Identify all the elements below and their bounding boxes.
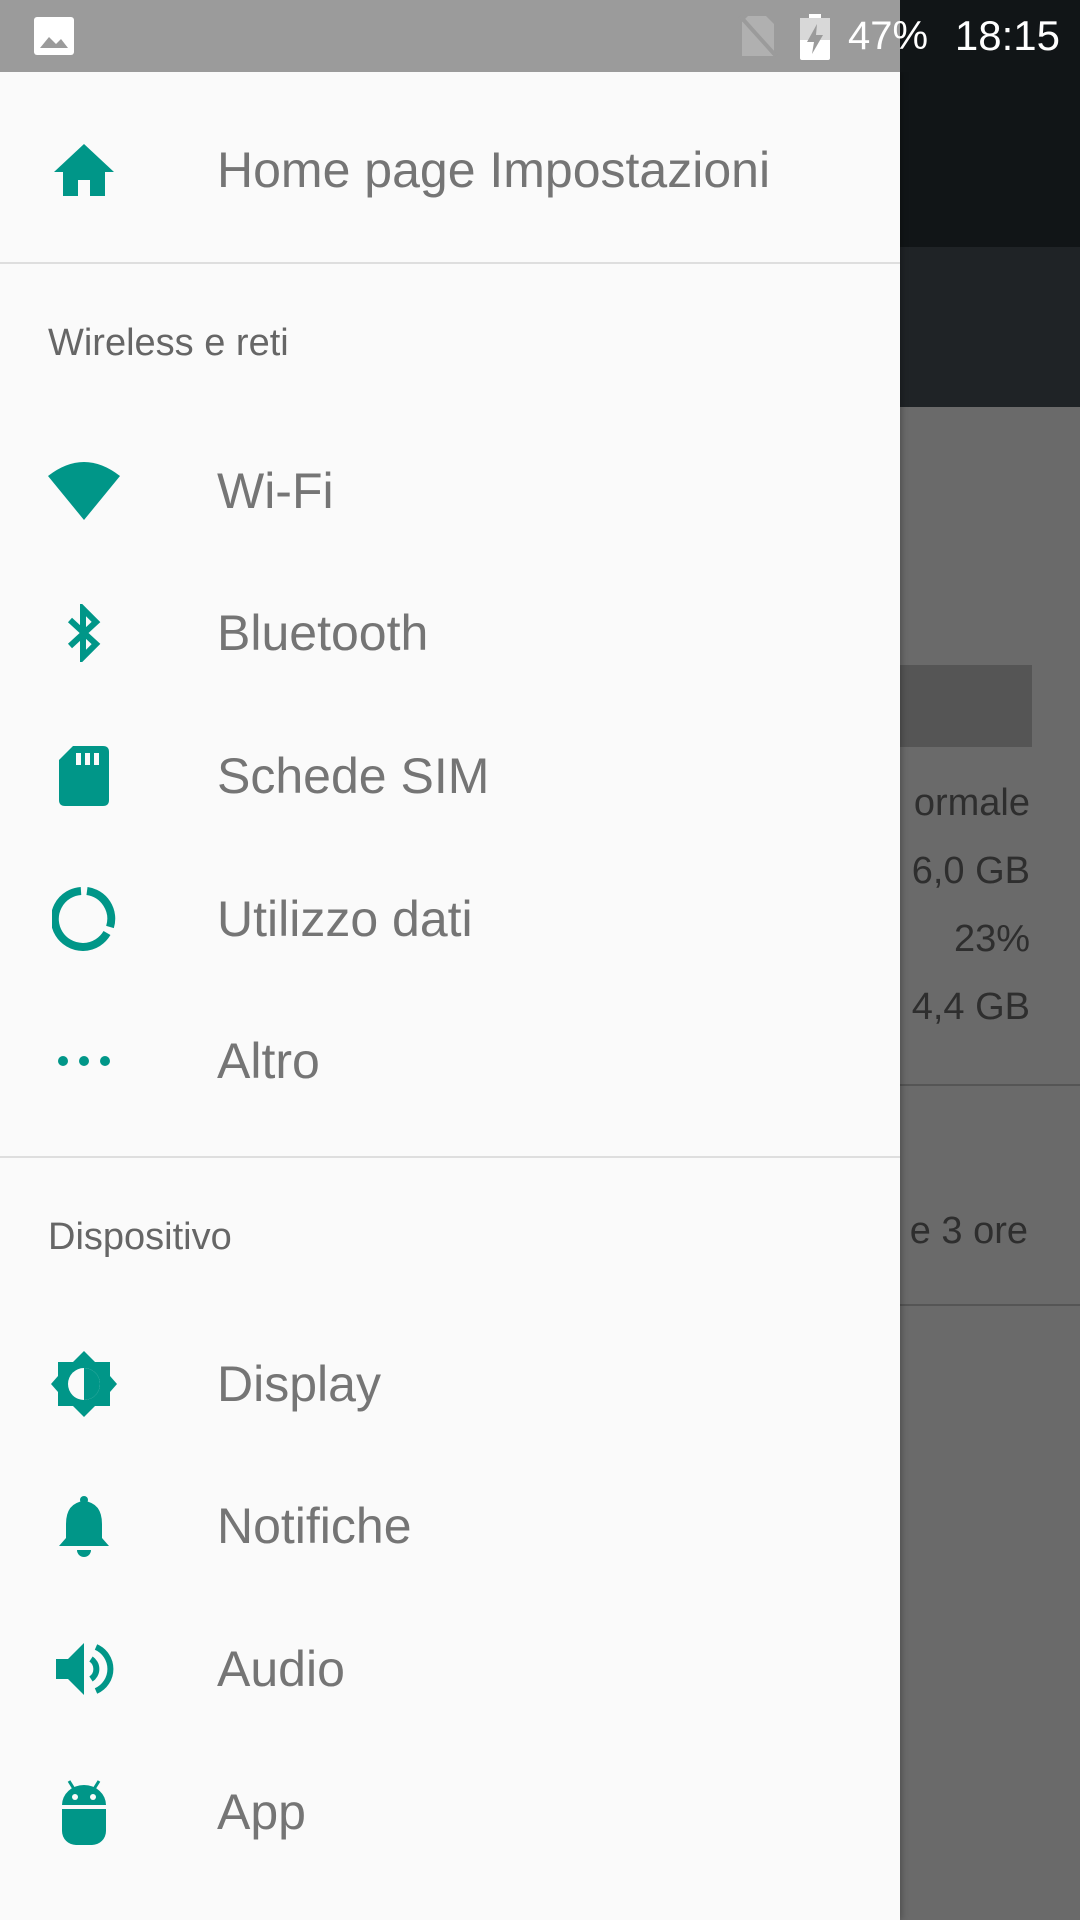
background-storage-bar xyxy=(880,665,1032,747)
section-header-device: Dispositivo xyxy=(48,1216,232,1258)
drawer-item-label: App xyxy=(217,1784,306,1840)
volume-icon xyxy=(46,1631,122,1707)
section-header-wireless: Wireless e reti xyxy=(48,322,289,364)
drawer-item-label: Utilizzo dati xyxy=(217,891,473,947)
drawer-item-label: Altro xyxy=(217,1033,320,1089)
drawer-item-label: Display xyxy=(217,1356,381,1412)
background-divider xyxy=(880,1084,1080,1086)
no-sim-icon xyxy=(738,14,778,58)
bell-icon xyxy=(46,1488,122,1564)
drawer-item-audio[interactable]: Audio xyxy=(0,1599,900,1739)
battery-percentage: 47% xyxy=(848,14,929,58)
drawer-item-data-usage[interactable]: Utilizzo dati xyxy=(0,849,900,989)
drawer-item-wifi[interactable]: Wi-Fi xyxy=(0,421,900,561)
drawer-item-label: Notifiche xyxy=(217,1498,412,1554)
sim-card-icon xyxy=(46,738,122,814)
settings-navigation-drawer: Home page Impostazioni Wireless e reti W… xyxy=(0,72,900,1920)
wifi-icon xyxy=(46,453,122,529)
more-horiz-icon xyxy=(46,1023,122,1099)
drawer-item-label: Audio xyxy=(217,1641,345,1697)
background-text: 4,4 GB xyxy=(911,986,1030,1028)
background-battery-estimate: e 3 ore xyxy=(909,1210,1028,1252)
drawer-item-label: Wi-Fi xyxy=(217,463,334,519)
status-bar: 47% 18:15 xyxy=(0,0,1080,72)
drawer-item-home[interactable]: Home page Impostazioni xyxy=(0,100,900,240)
image-icon xyxy=(34,17,74,55)
drawer-item-bluetooth[interactable]: Bluetooth xyxy=(0,563,900,703)
drawer-divider xyxy=(0,1156,900,1158)
background-divider xyxy=(880,1304,1080,1306)
drawer-item-notifications[interactable]: Notifiche xyxy=(0,1456,900,1596)
drawer-divider xyxy=(0,262,900,264)
brightness-icon xyxy=(46,1346,122,1422)
battery-charging-icon xyxy=(800,14,830,60)
clock: 18:15 xyxy=(954,12,1060,59)
data-usage-icon xyxy=(46,881,122,957)
home-icon xyxy=(46,132,122,208)
drawer-item-display[interactable]: Display xyxy=(0,1314,900,1454)
android-icon xyxy=(46,1774,122,1850)
drawer-item-sim-cards[interactable]: Schede SIM xyxy=(0,706,900,846)
background-text: ormale xyxy=(913,782,1030,824)
drawer-item-more[interactable]: Altro xyxy=(0,991,900,1131)
background-text: 6,0 GB xyxy=(911,850,1030,892)
drawer-item-label: Schede SIM xyxy=(217,748,490,804)
background-text: 23% xyxy=(953,918,1030,960)
drawer-item-label: Home page Impostazioni xyxy=(217,142,771,198)
drawer-item-label: Bluetooth xyxy=(217,605,429,661)
drawer-item-apps[interactable]: App xyxy=(0,1742,900,1882)
bluetooth-icon xyxy=(46,595,122,671)
